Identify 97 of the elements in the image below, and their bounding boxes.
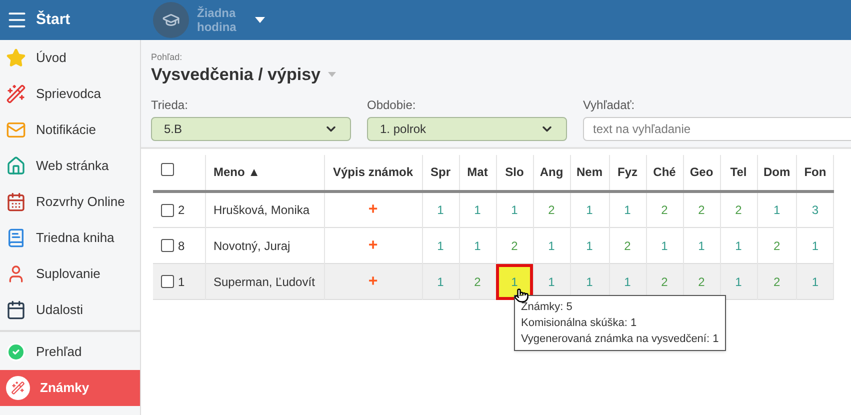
grade-cell[interactable]: 1 xyxy=(496,264,533,300)
grade: 1 xyxy=(437,238,444,252)
grade: 1 xyxy=(474,238,481,252)
search-field[interactable]: text na vyhľadanie xyxy=(583,116,851,140)
grade: 2 xyxy=(735,203,742,217)
column-header[interactable]: Ang xyxy=(533,154,570,192)
grade: 2 xyxy=(474,274,481,288)
grade: 1 xyxy=(586,203,593,217)
grade: 1 xyxy=(661,238,668,252)
column-header[interactable]: Fyz xyxy=(609,154,646,192)
grade: 2 xyxy=(624,238,631,252)
graduation-cap-icon xyxy=(153,2,189,38)
calendar-grid-icon xyxy=(6,192,26,212)
grade: 1 xyxy=(735,238,742,252)
select-field[interactable]: 1. polrok xyxy=(367,116,567,140)
tooltip-line: Vygenerovaná známka na vysvedčení: 1 xyxy=(521,332,719,346)
column-header[interactable]: Spr xyxy=(422,154,459,192)
grade: 1 xyxy=(774,203,780,217)
column-header[interactable]: Fon xyxy=(796,154,834,192)
grade: 2 xyxy=(661,203,668,217)
grade: 1 xyxy=(511,203,518,217)
grade: 1 xyxy=(437,203,444,217)
column-header[interactable]: Nem xyxy=(570,154,610,192)
grade: 1 xyxy=(548,274,555,288)
grade: 2 xyxy=(698,274,705,288)
column-header[interactable]: Geo xyxy=(683,154,720,192)
view-title[interactable]: Vysvedčenia / výpisy xyxy=(151,62,320,88)
grade: 1 xyxy=(548,238,555,252)
calendar-icon xyxy=(6,300,26,320)
grade: 1 xyxy=(624,274,631,288)
checkbox[interactable] xyxy=(161,275,174,288)
grade: 1 xyxy=(624,203,631,217)
row-number: 2 xyxy=(178,202,185,219)
grade: 1 xyxy=(474,203,481,217)
grade: 1 xyxy=(586,274,593,288)
grade: 2 xyxy=(548,203,555,217)
column-header[interactable]: Tel xyxy=(720,154,758,192)
row-number: 1 xyxy=(178,274,185,290)
column-header[interactable]: Dom xyxy=(757,154,797,192)
caret-icon xyxy=(328,72,336,78)
grade: 1 xyxy=(437,274,444,288)
tooltip-line: Známky: 5 xyxy=(521,300,574,314)
sidebar-item[interactable]: Udalosti xyxy=(0,292,140,328)
student-name: Hrušková, Monika xyxy=(214,203,310,217)
select-field[interactable]: 5.B xyxy=(151,116,351,140)
magic-wand-icon xyxy=(6,84,26,104)
sidebar-item[interactable]: Triedna kniha xyxy=(0,220,140,256)
sidebar-item[interactable]: Sprievodca xyxy=(0,76,140,112)
view-label: Pohľad: xyxy=(151,52,184,62)
field-label: Obdobie: xyxy=(367,96,417,114)
grade: 1 xyxy=(812,274,819,288)
column-header[interactable]: Meno ▲ xyxy=(205,154,324,192)
grade: 3 xyxy=(812,203,819,217)
column-header[interactable]: Slo xyxy=(496,154,533,192)
grade: 2 xyxy=(511,238,518,252)
checkbox[interactable] xyxy=(161,204,174,216)
add-button[interactable]: + xyxy=(368,236,378,254)
grade-cell[interactable]: 2 xyxy=(757,264,797,300)
grade: 1 xyxy=(586,238,593,252)
grade-cell[interactable]: 1 xyxy=(796,264,834,300)
student-name: Superman, Ľudovít xyxy=(214,274,315,288)
sidebar-item[interactable]: Suplovanie xyxy=(0,256,140,292)
check-circle-icon xyxy=(6,342,26,362)
sidebar-item[interactable]: Notifikácie xyxy=(0,112,140,148)
sidebar-item[interactable]: Web stránka xyxy=(0,148,140,184)
grade: 1 xyxy=(735,274,742,288)
student-name: Novotný, Juraj xyxy=(214,238,290,252)
row-number: 8 xyxy=(178,238,185,254)
grade: 1 xyxy=(812,238,819,252)
sidebar-item[interactable]: Známky xyxy=(0,370,140,406)
add-button[interactable]: + xyxy=(368,201,378,218)
field-label: Vyhľadať: xyxy=(583,96,636,114)
sidebar-item[interactable]: Prehľad xyxy=(0,334,140,370)
grade: 2 xyxy=(774,274,780,288)
grade: 2 xyxy=(698,203,705,217)
grade: 2 xyxy=(661,274,668,288)
sidebar-item[interactable]: Rozvrhy Online xyxy=(0,184,140,220)
checkbox[interactable] xyxy=(161,239,174,252)
tooltip-line: Komisionálna skúška: 1 xyxy=(521,316,638,330)
lesson-selector[interactable]: Žiadna hodina xyxy=(197,6,247,34)
add-button[interactable]: + xyxy=(368,272,378,290)
field-label: Trieda: xyxy=(151,96,189,114)
checkbox[interactable] xyxy=(161,163,174,176)
column-header[interactable]: Ché xyxy=(646,154,684,192)
sidebar-item[interactable]: Úvod xyxy=(0,40,140,76)
grade: 2 xyxy=(774,238,780,252)
column-header[interactable]: Mat xyxy=(459,154,496,192)
grade-cell[interactable]: 1 xyxy=(422,264,459,300)
grade: 1 xyxy=(698,238,705,252)
app-title[interactable]: Štart xyxy=(36,8,70,32)
book-icon xyxy=(6,228,26,248)
caret-icon xyxy=(255,17,265,23)
house-icon xyxy=(6,156,26,176)
column-header[interactable]: Výpis známok xyxy=(324,154,422,192)
star-icon xyxy=(6,48,26,68)
grade: 1 xyxy=(511,274,518,288)
mail-icon xyxy=(6,120,26,140)
